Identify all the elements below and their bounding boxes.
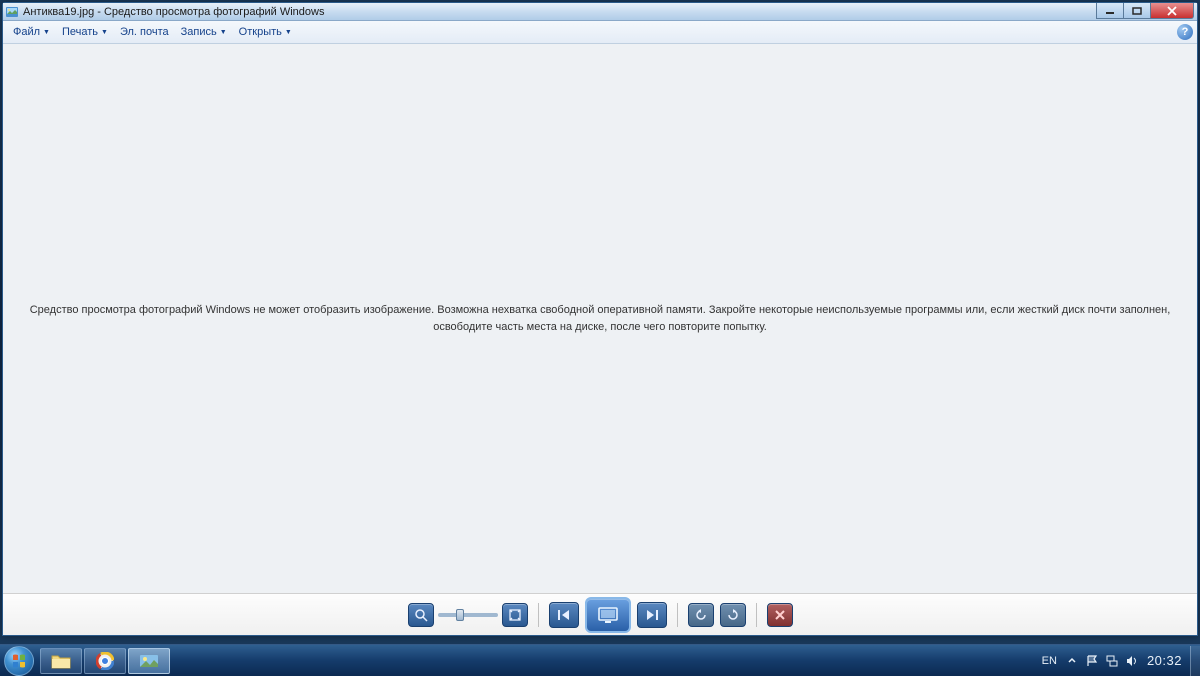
menu-print-label: Печать <box>62 26 98 38</box>
taskbar: EN 20:32 <box>0 644 1200 676</box>
close-button[interactable] <box>1150 3 1194 19</box>
chevron-down-icon: ▼ <box>43 29 50 36</box>
taskbar-items <box>40 648 170 674</box>
slideshow-button[interactable] <box>585 597 631 633</box>
task-explorer[interactable] <box>40 648 82 674</box>
task-photo-viewer[interactable] <box>128 648 170 674</box>
menu-email[interactable]: Эл. почта <box>114 24 175 40</box>
show-desktop-button[interactable] <box>1190 646 1200 676</box>
menu-burn[interactable]: Запись▼ <box>175 24 233 40</box>
network-icon[interactable] <box>1105 654 1119 668</box>
actual-size-button[interactable] <box>502 603 528 627</box>
rotate-ccw-button[interactable] <box>688 603 714 627</box>
zoom-button[interactable] <box>408 603 434 627</box>
app-icon <box>5 6 19 18</box>
next-button[interactable] <box>637 602 667 628</box>
menu-open-label: Открыть <box>239 26 282 38</box>
rotate-cw-button[interactable] <box>720 603 746 627</box>
window-title: Антиква19.jpg - Средство просмотра фотог… <box>23 6 1195 18</box>
viewer-toolbar <box>3 593 1197 635</box>
minimize-button[interactable] <box>1096 3 1124 19</box>
help-button[interactable]: ? <box>1177 24 1193 40</box>
volume-icon[interactable] <box>1125 654 1139 668</box>
separator <box>756 603 757 627</box>
separator <box>677 603 678 627</box>
delete-button[interactable] <box>767 603 793 627</box>
tray-icons <box>1065 654 1139 668</box>
separator <box>538 603 539 627</box>
clock[interactable]: 20:32 <box>1147 653 1182 668</box>
previous-button[interactable] <box>549 602 579 628</box>
menu-file[interactable]: Файл▼ <box>7 24 56 40</box>
window-controls <box>1097 3 1194 19</box>
system-tray: EN 20:32 <box>1042 653 1190 668</box>
error-message: Средство просмотра фотографий Windows не… <box>25 302 1175 335</box>
windows-logo-icon <box>4 646 34 676</box>
chevron-down-icon: ▼ <box>101 29 108 36</box>
zoom-thumb[interactable] <box>456 609 464 621</box>
language-indicator[interactable]: EN <box>1042 655 1057 667</box>
task-chrome[interactable] <box>84 648 126 674</box>
flag-icon[interactable] <box>1085 654 1099 668</box>
photo-viewer-window: Антиква19.jpg - Средство просмотра фотог… <box>2 2 1198 636</box>
chevron-down-icon: ▼ <box>285 29 292 36</box>
zoom-slider[interactable] <box>438 613 498 617</box>
zoom-group <box>408 603 528 627</box>
menu-file-label: Файл <box>13 26 40 38</box>
menu-print[interactable]: Печать▼ <box>56 24 114 40</box>
maximize-button[interactable] <box>1123 3 1151 19</box>
tray-chevron-icon[interactable] <box>1065 654 1079 668</box>
content-area: Средство просмотра фотографий Windows не… <box>3 44 1197 593</box>
titlebar[interactable]: Антиква19.jpg - Средство просмотра фотог… <box>3 3 1197 21</box>
start-button[interactable] <box>0 645 38 676</box>
menubar: Файл▼ Печать▼ Эл. почта Запись▼ Открыть▼… <box>3 21 1197 44</box>
chevron-down-icon: ▼ <box>220 29 227 36</box>
menu-burn-label: Запись <box>181 26 217 38</box>
menu-email-label: Эл. почта <box>120 26 169 38</box>
menu-open[interactable]: Открыть▼ <box>233 24 298 40</box>
